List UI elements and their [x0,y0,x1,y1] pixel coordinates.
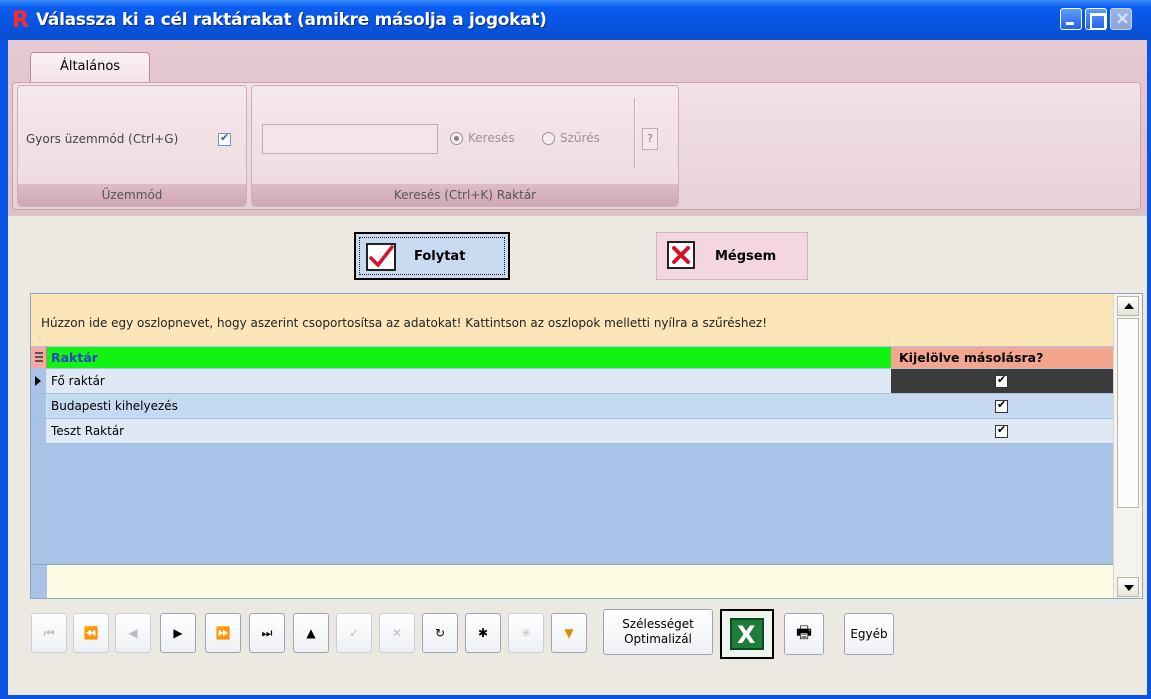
column-header-selected[interactable]: Kijelölve másolásra? [891,347,1113,368]
row-checkbox[interactable] [995,423,1008,438]
continue-button[interactable]: Folytat [354,232,510,280]
current-row-arrow-icon [35,376,41,386]
selected-cell[interactable] [891,369,1113,393]
close-icon: × [1115,8,1131,29]
filter-radio[interactable] [542,132,555,145]
other-button[interactable]: Egyéb [844,613,894,655]
nav-last-button[interactable]: ⏭ [249,613,285,653]
nav-filter-button[interactable]: ▼ [551,613,587,653]
separator [634,98,636,168]
row-indicator[interactable] [31,394,47,418]
nav-prev-page-button[interactable]: ⏪ [73,613,109,653]
search-radio-label: Keresés [468,131,515,145]
print-button[interactable]: 🖶 [784,613,824,655]
nav-refresh-button[interactable]: ↻ [422,613,458,653]
selected-cell[interactable] [891,419,1113,443]
search-radio[interactable] [450,132,463,145]
nav-new-button[interactable]: ✱ [465,613,501,653]
window-title: Válassza ki a cél raktárakat (amikre más… [36,10,547,30]
nav-next-page-button[interactable]: ⏩ [205,613,241,653]
search-group: Keresés Szűrés ? Keresés (Ctrl+K) Raktár [251,85,679,207]
nav-insert-button[interactable]: ▲ [293,613,329,653]
maximize-button[interactable] [1085,8,1107,30]
warehouse-name[interactable]: Fő raktár [47,369,891,393]
row-indicator[interactable] [31,369,47,393]
search-group-label: Keresés (Ctrl+K) Raktár [252,184,678,206]
scroll-up-button[interactable] [1117,296,1139,316]
optimize-width-button[interactable]: Szélességet Optimalizál [603,609,713,655]
warehouse-name[interactable]: Teszt Raktár [47,419,891,443]
title-bar[interactable]: R Válassza ki a cél raktárakat (amikre m… [0,0,1151,40]
grid-footer [31,564,1113,598]
warehouse-grid[interactable]: Húzzon ide egy oszlopnevet, hogy aszerin… [30,293,1143,599]
minimize-button[interactable] [1060,8,1082,30]
arrow-up-icon [1124,303,1134,309]
column-chooser-icon[interactable] [31,347,47,368]
app-logo-icon: R [12,8,29,33]
mode-group: Gyors üzemmód (Ctrl+G) Üzemmód [17,85,247,207]
cancel-button[interactable]: Mégsem [656,232,808,280]
filter-radio-label: Szűrés [560,131,600,145]
quick-mode-label: Gyors üzemmód (Ctrl+G) [26,132,179,146]
tab-general[interactable]: Általános [30,52,150,82]
scroll-thumb[interactable] [1117,318,1139,508]
nav-post-button[interactable]: ✓ [336,613,372,653]
table-row[interactable]: Budapesti kihelyezés [31,394,1113,419]
help-button[interactable]: ? [642,128,658,150]
ribbon: Általános Gyors üzemmód (Ctrl+G) Üzemmód… [8,40,1147,216]
nav-next-button[interactable]: ▶ [160,613,196,653]
mode-group-label: Üzemmód [18,184,246,206]
column-header-raktar[interactable]: Raktár [47,347,891,368]
continue-label: Folytat [414,249,466,264]
x-mark-icon [667,241,695,269]
group-by-panel[interactable]: Húzzon ide egy oszlopnevet, hogy aszerin… [31,294,1113,346]
printer-icon: 🖶 [795,622,813,643]
excel-icon: X [730,618,764,650]
checkmark-icon [366,243,396,271]
close-button[interactable]: × [1110,8,1132,30]
optimize-width-label-line2: Optimalizál [624,632,692,646]
nav-new-copy-button[interactable]: ✳ [508,613,544,653]
nav-prev-button[interactable]: ◀ [115,613,151,653]
optimize-width-label-line1: Szélességet [622,617,694,631]
selected-cell[interactable] [891,394,1113,418]
table-row[interactable]: Fő raktár [31,369,1113,394]
table-row[interactable]: Teszt Raktár [31,419,1113,444]
row-checkbox[interactable] [995,373,1008,388]
warehouse-name[interactable]: Budapesti kihelyezés [47,394,891,418]
footer-indicator [31,565,47,598]
group-by-hint: Húzzon ide egy oszlopnevet, hogy aszerin… [41,316,768,330]
nav-cancel-button[interactable]: ✕ [379,613,415,653]
row-checkbox[interactable] [995,398,1008,413]
vertical-scrollbar[interactable] [1113,294,1142,598]
scroll-down-button[interactable] [1117,577,1139,597]
search-input[interactable] [262,124,438,154]
ribbon-panel: Gyors üzemmód (Ctrl+G) Üzemmód Keresés S… [12,82,1141,210]
excel-export-button[interactable]: X [720,609,774,659]
cancel-label: Mégsem [715,249,777,264]
arrow-down-icon [1124,585,1134,591]
row-indicator[interactable] [31,419,47,443]
nav-first-button[interactable]: ⏮ [31,613,67,653]
quick-mode-checkbox[interactable] [218,131,231,146]
